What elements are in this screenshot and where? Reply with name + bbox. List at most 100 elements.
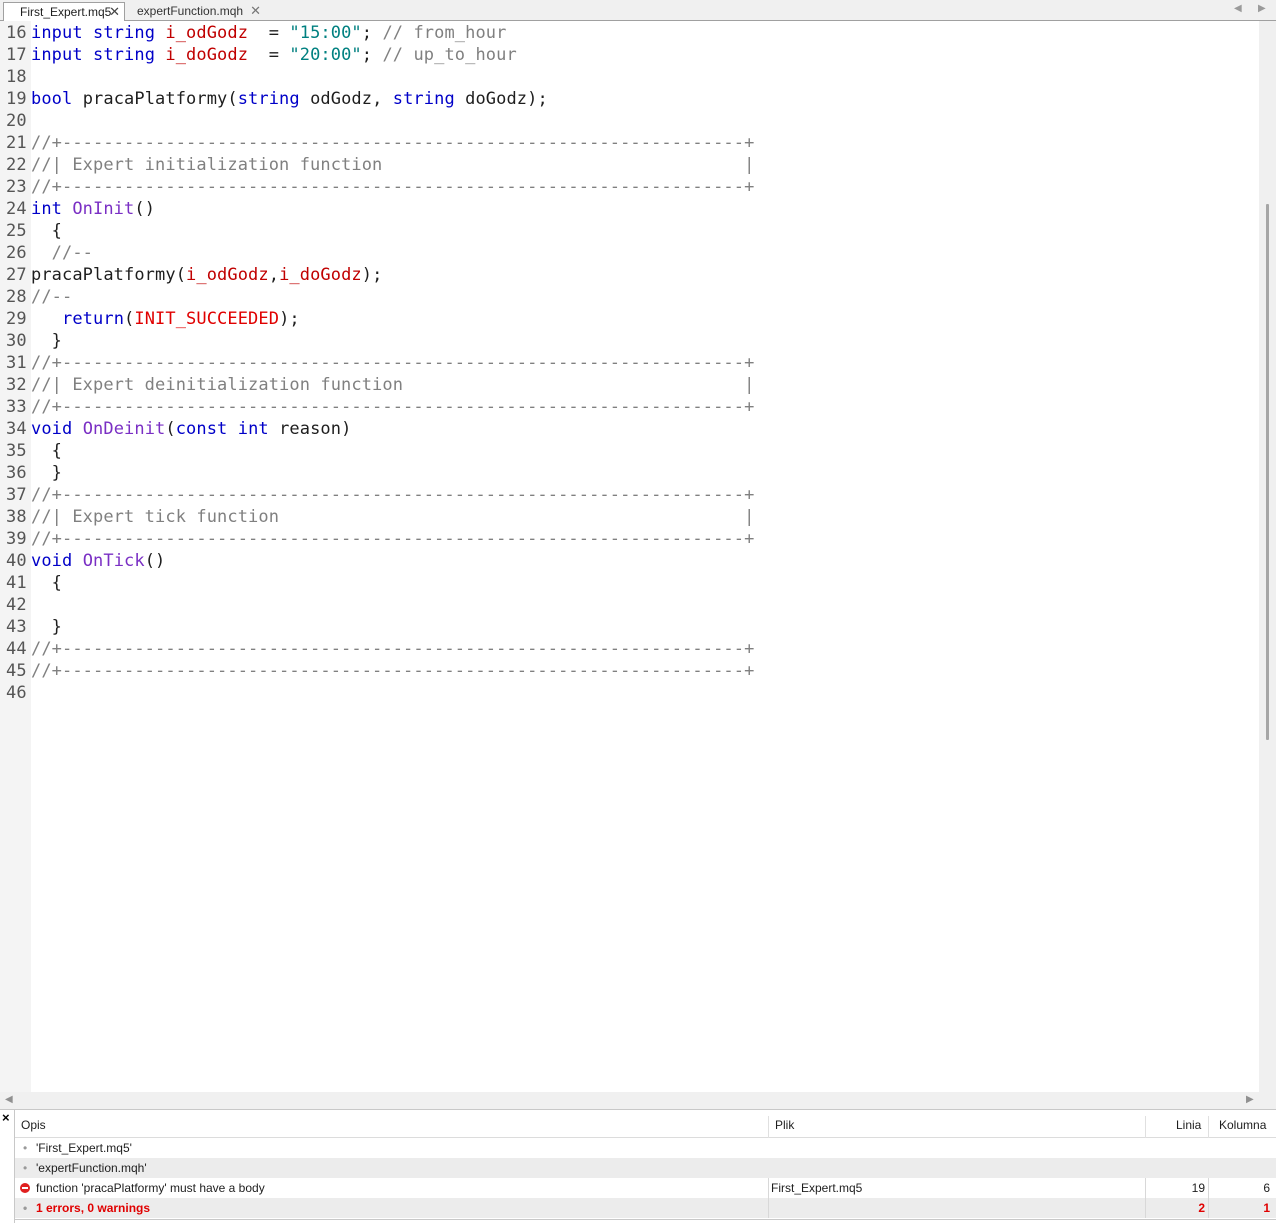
code-token: input (31, 45, 94, 65)
code-line[interactable]: 39//+-----------------------------------… (6, 528, 1256, 550)
code-line[interactable]: 37//+-----------------------------------… (6, 484, 1256, 506)
code-token: i_doGodz (279, 265, 362, 285)
code-line[interactable]: 45//+-----------------------------------… (6, 660, 1256, 682)
code-line[interactable]: 46 (6, 682, 1256, 704)
horizontal-scrollbar[interactable]: ◀ ▶ (0, 1092, 1276, 1109)
code-token: bool (31, 89, 83, 109)
code-line[interactable]: 16 input string i_odGodz = "15:00"; // fr… (6, 22, 1256, 44)
code-line[interactable]: 36 } (6, 462, 1256, 484)
vertical-scroll-thumb[interactable] (1266, 204, 1269, 740)
code-token: INIT_SUCCEEDED (134, 309, 280, 329)
code-token: OnDeinit (82, 419, 166, 439)
code-line[interactable]: 21//+-----------------------------------… (6, 132, 1256, 154)
table-row-summary[interactable]: • 1 errors, 0 warnings 2 1 (15, 1198, 1276, 1218)
code-line[interactable]: 44//+-----------------------------------… (6, 638, 1256, 660)
line-number: 29 (6, 309, 27, 329)
code-area[interactable]: 16 input string i_odGodz = "15:00"; // fr… (6, 22, 1256, 1090)
code-line[interactable]: 43 } (6, 616, 1256, 638)
tab-close-icon[interactable]: ✕ (250, 2, 261, 20)
code-line[interactable]: 33//+-----------------------------------… (6, 396, 1256, 418)
line-number: 20 (6, 111, 27, 131)
line-number: 31 (6, 353, 27, 373)
code-line[interactable]: 38//| Expert tick function | (6, 506, 1256, 528)
tab-expert-function[interactable]: expertFunction.mqh ✕ (121, 2, 269, 21)
line-number: 21 (6, 133, 27, 153)
scroll-right-icon[interactable]: ▶ (1246, 1094, 1254, 1105)
row-column: 6 (1263, 1181, 1270, 1195)
code-line[interactable]: 35 { (6, 440, 1256, 462)
code-token: //| Expert tick function | (31, 507, 755, 527)
code-token: void (31, 551, 83, 571)
code-line[interactable]: 41 { (6, 572, 1256, 594)
row-line: 2 (1198, 1201, 1205, 1215)
code-token: pracaPlatformy( (82, 89, 238, 109)
code-text: //+-------------------------------------… (31, 638, 754, 660)
line-number: 45 (6, 661, 27, 681)
code-line[interactable]: 22//| Expert initialization function | (6, 154, 1256, 176)
code-text: } (31, 616, 62, 638)
tab-first-expert[interactable]: First_Expert.mq5 ✕ (3, 2, 125, 22)
line-number: 17 (6, 45, 27, 65)
code-line[interactable]: 31//+-----------------------------------… (6, 352, 1256, 374)
column-header-file[interactable]: Plik (775, 1112, 794, 1138)
tab-scroll-right-icon[interactable]: ▶ (1258, 3, 1266, 14)
table-row[interactable]: • 'expertFunction.mqh' (15, 1158, 1276, 1178)
code-line[interactable]: 18 (6, 66, 1256, 88)
code-token: const (175, 419, 238, 439)
code-token: int (237, 419, 280, 439)
code-token: //+-------------------------------------… (31, 529, 755, 549)
code-line[interactable]: 40 void OnTick() (6, 550, 1256, 572)
vertical-scrollbar[interactable] (1259, 21, 1276, 1092)
toolbox-close-icon[interactable]: × (2, 1110, 10, 1125)
code-token: } (31, 617, 63, 637)
row-description: 'expertFunction.mqh' (36, 1161, 147, 1175)
scroll-left-icon[interactable]: ◀ (5, 1094, 13, 1105)
code-line[interactable]: 28//-- (6, 286, 1256, 308)
code-text: //-- (31, 286, 72, 308)
line-number: 26 (6, 243, 27, 263)
code-text: //+-------------------------------------… (31, 484, 754, 506)
code-editor[interactable]: 16 input string i_odGodz = "15:00"; // fr… (0, 21, 1276, 1092)
line-number: 38 (6, 507, 27, 527)
tab-label: expertFunction.mqh (137, 4, 244, 18)
column-header-line[interactable]: Linia (1176, 1112, 1201, 1138)
tab-close-icon[interactable]: ✕ (109, 3, 120, 21)
code-line[interactable]: 25 { (6, 220, 1256, 242)
code-token: //-- (31, 243, 94, 263)
code-text: //-- (31, 242, 93, 264)
tab-scroll-left-icon[interactable]: ◀ (1234, 3, 1242, 14)
code-line[interactable]: 19 bool pracaPlatformy(string odGodz, str… (6, 88, 1256, 110)
table-row[interactable]: • 'First_Expert.mq5' (15, 1138, 1276, 1158)
line-number: 28 (6, 287, 27, 307)
code-token: ); (279, 309, 300, 329)
toolbox-errors-panel: × Opis Plik Linia Kolumna • 'First_Exper… (0, 1109, 1276, 1223)
code-line[interactable]: 29 return(INIT_SUCCEEDED); (6, 308, 1256, 330)
row-column: 1 (1263, 1201, 1270, 1215)
code-line[interactable]: 34 void OnDeinit(const int reason) (6, 418, 1256, 440)
code-line[interactable]: 17 input string i_doGodz = "20:00"; // up… (6, 44, 1256, 66)
code-line[interactable]: 26 //-- (6, 242, 1256, 264)
code-token: //+-------------------------------------… (31, 661, 755, 681)
code-token: i_odGodz (186, 265, 269, 285)
code-text: } (31, 462, 62, 484)
code-line[interactable]: 27 pracaPlatformy(i_odGodz,i_doGodz); (6, 264, 1256, 286)
code-line[interactable]: 24 int OnInit() (6, 198, 1256, 220)
column-header-description[interactable]: Opis (21, 1112, 46, 1138)
code-token: input (31, 23, 94, 43)
code-token: OnInit (72, 199, 135, 219)
code-line[interactable]: 20 (6, 110, 1256, 132)
code-token: { (31, 441, 63, 461)
line-number: 22 (6, 155, 27, 175)
code-token: = (248, 45, 290, 65)
code-token: pracaPlatformy( (31, 265, 187, 285)
table-row-error[interactable]: function 'pracaPlatformy' must have a bo… (15, 1178, 1276, 1198)
code-line[interactable]: 42 (6, 594, 1256, 616)
code-token: string (237, 89, 311, 109)
code-line[interactable]: 30 } (6, 330, 1256, 352)
code-line[interactable]: 32//| Expert deinitialization function | (6, 374, 1256, 396)
line-number: 23 (6, 177, 27, 197)
code-text: //+-------------------------------------… (31, 176, 754, 198)
code-line[interactable]: 23//+-----------------------------------… (6, 176, 1256, 198)
column-header-column[interactable]: Kolumna (1219, 1112, 1266, 1138)
code-token: } (31, 463, 63, 483)
